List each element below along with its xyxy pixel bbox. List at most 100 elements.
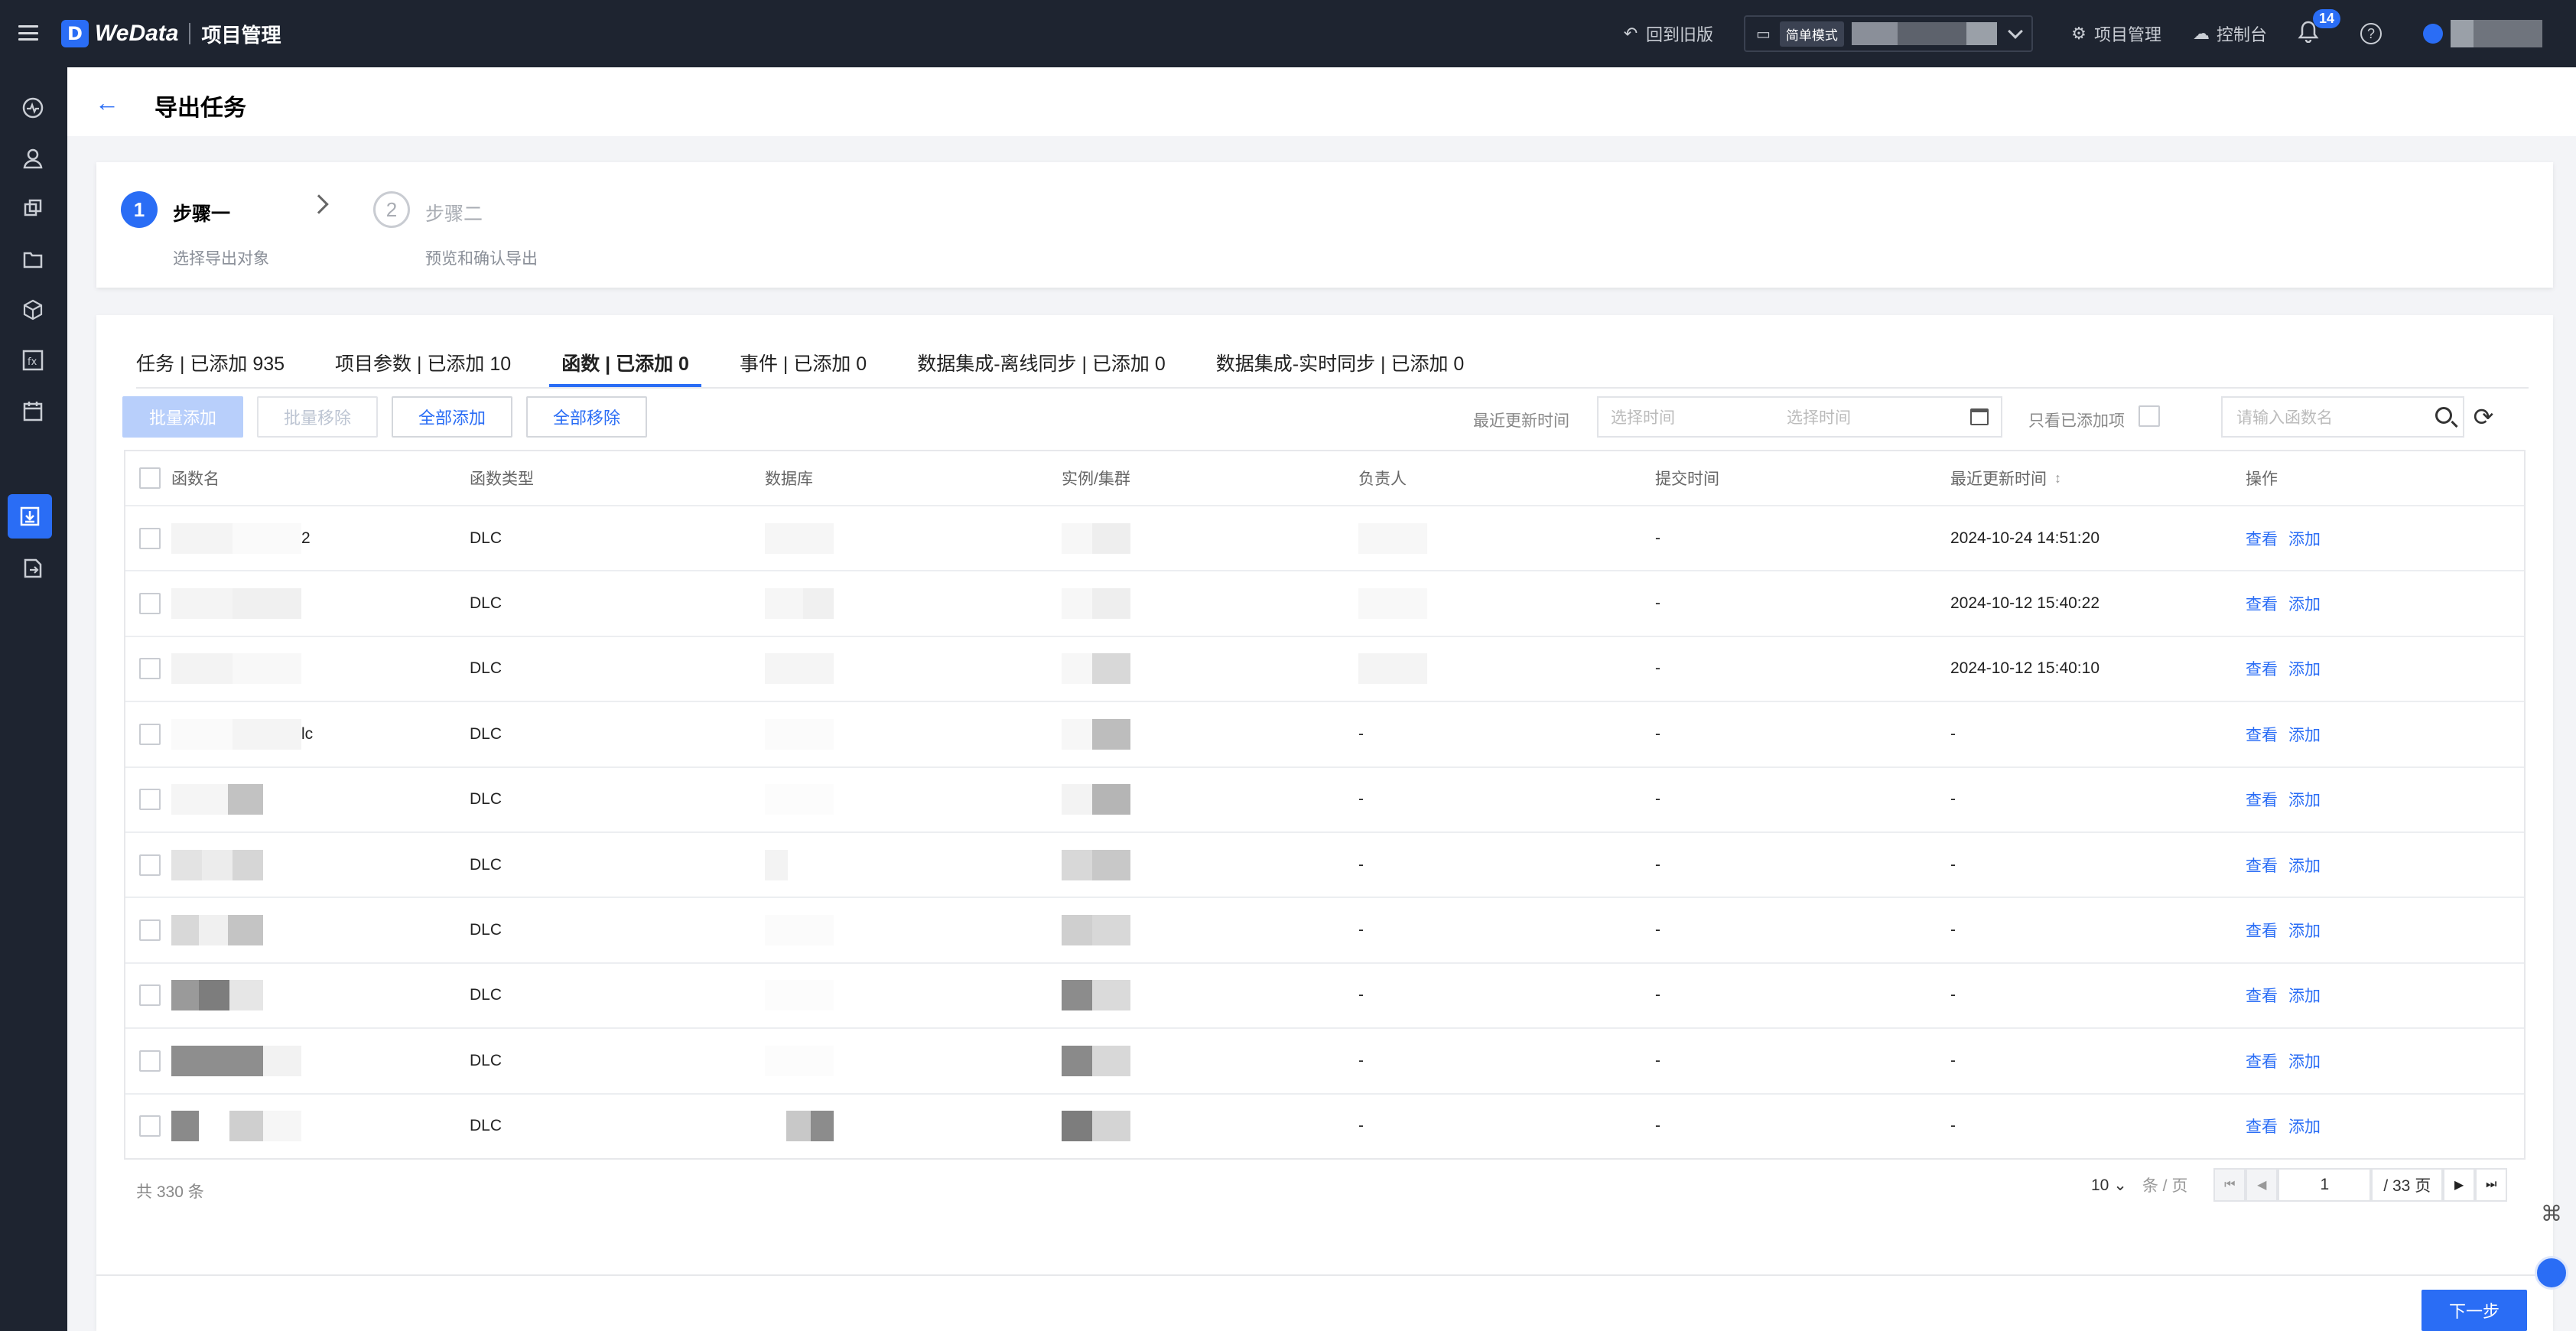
back-to-old-version-button[interactable]: ↶ 回到旧版	[1621, 20, 1713, 47]
select-all-checkbox[interactable]	[139, 467, 161, 489]
prev-page-icon[interactable]: ◀	[2246, 1168, 2278, 1202]
tab-functions[interactable]: 函数 | 已添加 0	[549, 349, 701, 387]
project-management-link[interactable]: ⚙ 项目管理	[2070, 20, 2161, 47]
instance-redacted	[1062, 1029, 1130, 1092]
view-link[interactable]: 查看	[2246, 657, 2278, 680]
add-link[interactable]: 添加	[2288, 854, 2321, 877]
database-redacted	[765, 1095, 834, 1158]
row-checkbox[interactable]	[139, 984, 161, 1007]
shortcut-icon[interactable]: ⌘	[2538, 1199, 2565, 1227]
export-icon[interactable]	[8, 494, 52, 539]
add-link[interactable]: 添加	[2288, 1115, 2321, 1137]
row-checkbox[interactable]	[139, 527, 161, 549]
column-header-updated-time[interactable]: 最近更新时间 ↕	[1950, 451, 2061, 505]
view-link[interactable]: 查看	[2246, 788, 2278, 811]
tab-tasks[interactable]: 任务 | 已添加 935	[136, 349, 285, 387]
row-checkbox[interactable]	[139, 723, 161, 745]
function-name: 2	[171, 506, 311, 570]
owner: -	[1358, 1051, 1364, 1069]
function-type: DLC	[470, 529, 503, 547]
row-checkbox[interactable]	[139, 854, 161, 876]
row-actions: 查看 添加	[2246, 1095, 2331, 1158]
tab-realtime-sync[interactable]: 数据集成-实时同步 | 已添加 0	[1216, 349, 1465, 387]
functions-table: 函数名 函数类型 数据库 实例/集群 负责人 提交时间 最近更新时间 ↕ 操作 …	[124, 450, 2526, 1160]
back-arrow-icon[interactable]: ←	[95, 89, 119, 117]
folder-icon[interactable]	[18, 245, 47, 274]
remove-all-button[interactable]: 全部移除	[526, 396, 647, 438]
end-time-field[interactable]: 选择时间	[1787, 405, 1851, 428]
tab-offline-sync[interactable]: 数据集成-离线同步 | 已添加 0	[917, 349, 1166, 387]
add-link[interactable]: 添加	[2288, 788, 2321, 811]
page-number-input[interactable]: 1	[2278, 1168, 2372, 1202]
row-checkbox[interactable]	[139, 593, 161, 615]
instance-redacted	[1062, 768, 1130, 831]
row-checkbox[interactable]	[139, 789, 161, 811]
instance-redacted	[1062, 964, 1130, 1027]
view-link[interactable]: 查看	[2246, 919, 2278, 942]
view-link[interactable]: 查看	[2246, 1050, 2278, 1072]
user-icon[interactable]	[18, 144, 47, 173]
view-link[interactable]: 查看	[2246, 723, 2278, 746]
top-bar: D WeData 项目管理 ↶ 回到旧版 ▭ 简单模式 ⚙ 项目管理 ☁ 控制台…	[0, 0, 2576, 67]
next-page-icon[interactable]: ▶	[2443, 1168, 2476, 1202]
help-icon[interactable]: ?	[2360, 23, 2382, 44]
notification-button[interactable]: 14	[2298, 9, 2341, 47]
column-header-database: 数据库	[765, 470, 813, 488]
column-header-actions: 操作	[2246, 470, 2278, 488]
view-link[interactable]: 查看	[2246, 854, 2278, 877]
add-link[interactable]: 添加	[2288, 592, 2321, 615]
start-time-field[interactable]: 选择时间	[1611, 405, 1787, 428]
tab-events[interactable]: 事件 | 已添加 0	[740, 349, 867, 387]
add-link[interactable]: 添加	[2288, 723, 2321, 746]
undo-icon: ↶	[1623, 24, 1638, 43]
batch-remove-button[interactable]: 批量移除	[257, 396, 378, 438]
view-link[interactable]: 查看	[2246, 592, 2278, 615]
function-type: DLC	[470, 594, 503, 613]
activity-icon[interactable]	[18, 93, 47, 122]
import-icon[interactable]	[18, 554, 47, 583]
function-name	[171, 637, 301, 701]
owner: -	[1358, 724, 1364, 743]
row-checkbox[interactable]	[139, 919, 161, 942]
view-link[interactable]: 查看	[2246, 1115, 2278, 1137]
row-checkbox[interactable]	[139, 1050, 161, 1072]
next-step-button[interactable]: 下一步	[2422, 1290, 2527, 1331]
logo[interactable]: D WeData 项目管理	[61, 17, 281, 50]
view-link[interactable]: 查看	[2246, 984, 2278, 1007]
database-redacted	[765, 506, 834, 570]
row-actions: 查看 添加	[2246, 506, 2331, 570]
add-link[interactable]: 添加	[2288, 657, 2321, 680]
batch-add-button[interactable]: 批量添加	[122, 396, 243, 438]
redacted-block	[171, 849, 301, 880]
tab-bar: 任务 | 已添加 935 项目参数 | 已添加 10 函数 | 已添加 0 事件…	[136, 349, 1514, 387]
layers-icon[interactable]	[18, 194, 47, 223]
function-icon[interactable]: fx	[18, 346, 47, 375]
first-page-icon[interactable]: ⏮	[2213, 1168, 2246, 1202]
row-checkbox[interactable]	[139, 1115, 161, 1137]
add-link[interactable]: 添加	[2288, 1050, 2321, 1072]
function-type: DLC	[470, 986, 503, 1004]
add-link[interactable]: 添加	[2288, 984, 2321, 1007]
date-range-picker[interactable]: 选择时间 选择时间	[1597, 396, 2002, 438]
add-link[interactable]: 添加	[2288, 919, 2321, 942]
project-selector[interactable]: ▭ 简单模式	[1744, 15, 2033, 52]
search-icon[interactable]	[2435, 407, 2452, 424]
only-added-checkbox[interactable]	[2139, 405, 2160, 427]
refresh-icon[interactable]: ⟳	[2469, 402, 2498, 431]
row-checkbox[interactable]	[139, 658, 161, 680]
add-all-button[interactable]: 全部添加	[392, 396, 512, 438]
last-page-icon[interactable]: ⏭	[2475, 1168, 2508, 1202]
tab-params[interactable]: 项目参数 | 已添加 10	[335, 349, 511, 387]
cube-icon[interactable]	[18, 295, 47, 324]
add-link[interactable]: 添加	[2288, 527, 2321, 550]
search-input[interactable]: 请输入函数名	[2221, 396, 2464, 438]
page-size-select[interactable]: 10 ⌄	[2091, 1176, 2127, 1195]
assistant-icon[interactable]	[2535, 1256, 2568, 1290]
sort-icon[interactable]: ↕	[2054, 470, 2061, 487]
console-link[interactable]: ☁ 控制台	[2192, 20, 2267, 47]
menu-icon[interactable]	[18, 23, 38, 43]
view-link[interactable]: 查看	[2246, 527, 2278, 550]
gear-icon: ⚙	[2071, 24, 2086, 43]
calendar-icon[interactable]	[18, 396, 47, 425]
user-menu[interactable]	[2423, 20, 2542, 47]
